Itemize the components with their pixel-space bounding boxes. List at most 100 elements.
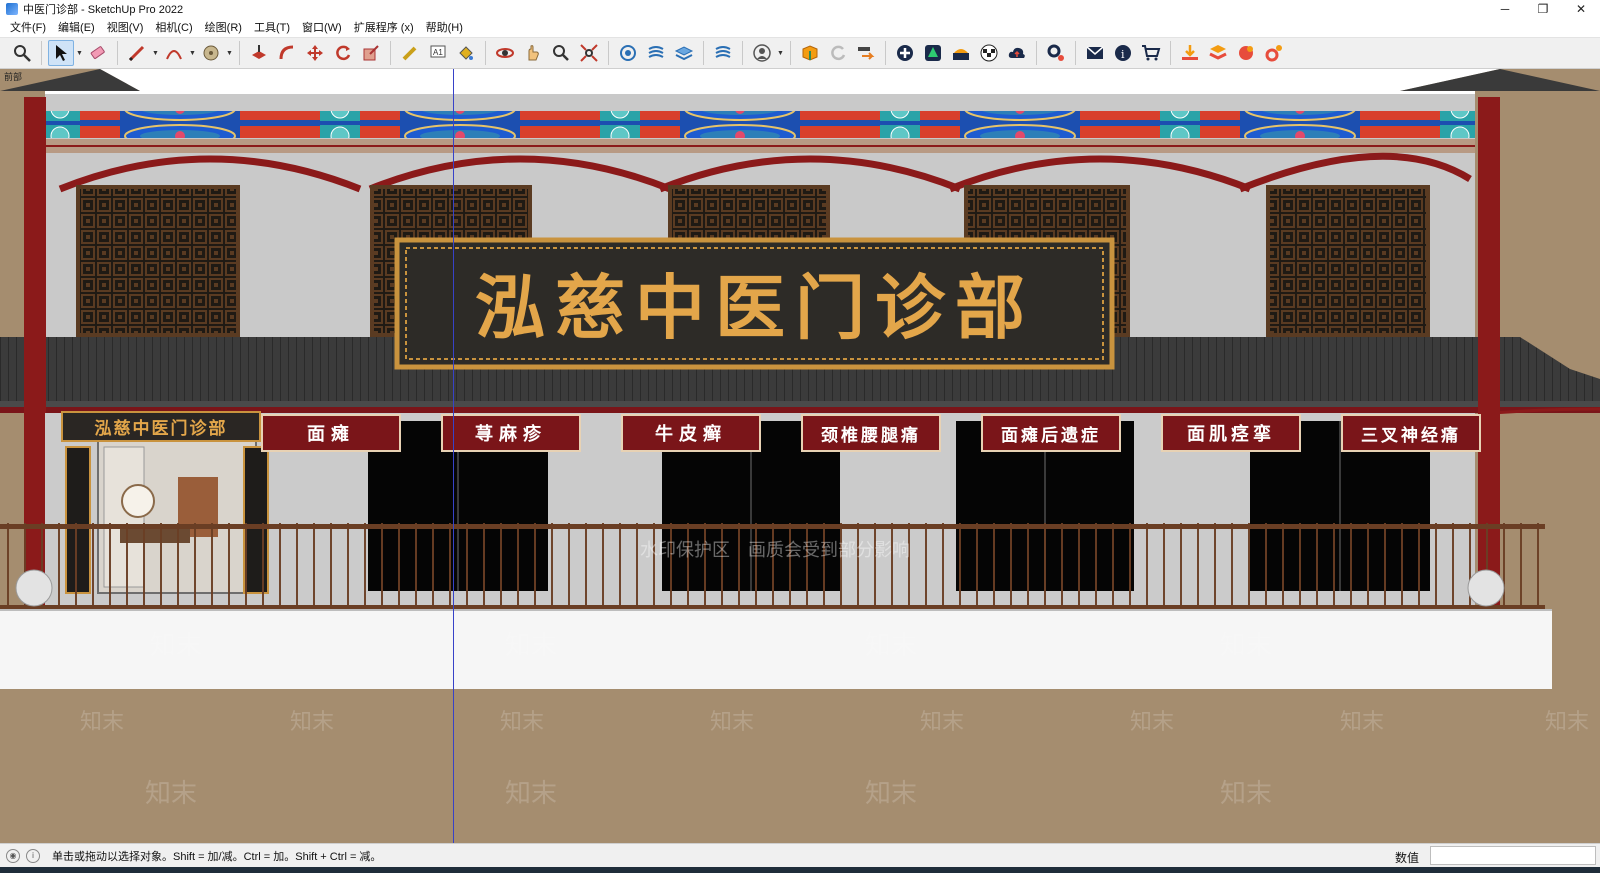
tree-icon[interactable] <box>920 40 946 66</box>
geo-location-icon[interactable]: ◉ <box>6 848 20 863</box>
toolbar-separator <box>1170 41 1171 65</box>
shapes-icon[interactable] <box>198 40 224 66</box>
select-dropdown-chevron-icon[interactable]: ▼ <box>75 40 84 66</box>
menu-edit[interactable]: 编辑(E) <box>52 19 101 35</box>
scene-tab-label[interactable]: 前部 <box>4 70 22 83</box>
shapes-dropdown-chevron-icon[interactable]: ▼ <box>225 40 234 66</box>
push-pull-icon[interactable] <box>246 40 272 66</box>
menu-extensions[interactable]: 扩展程序 (x) <box>348 19 420 35</box>
toolbar-separator <box>742 41 743 65</box>
extension-warehouse-icon[interactable] <box>797 40 823 66</box>
taskbar-strip <box>0 867 1600 873</box>
minimize-button[interactable]: ─ <box>1486 0 1524 18</box>
toolbar-separator <box>485 41 486 65</box>
component-icon[interactable] <box>615 40 641 66</box>
watermark-small: 知末 <box>710 710 755 735</box>
pan-icon[interactable] <box>520 40 546 66</box>
select-icon[interactable] <box>48 40 74 66</box>
cart-icon[interactable] <box>1138 40 1164 66</box>
watermark-logo: 知末 <box>1220 779 1273 809</box>
arc-icon[interactable] <box>161 40 187 66</box>
styles-icon[interactable] <box>710 40 736 66</box>
user-icon[interactable] <box>749 40 775 66</box>
plugin-a-icon[interactable] <box>1177 40 1203 66</box>
maximize-button[interactable]: ❐ <box>1524 0 1562 18</box>
plaque-2: 牛皮癣 <box>655 424 727 445</box>
plaque-4: 面瘫后遗症 <box>1001 425 1101 446</box>
pencil-icon[interactable] <box>124 40 150 66</box>
status-hint: 单击或拖动以选择对象。Shift = 加/减。Ctrl = 加。Shift + … <box>52 850 382 863</box>
measurements-input[interactable] <box>1430 846 1596 865</box>
watermark-logo: 知末 <box>145 779 198 809</box>
watermark-small: 知末 <box>1130 710 1175 735</box>
plugin-d-icon[interactable] <box>1261 40 1287 66</box>
orbit-icon[interactable] <box>492 40 518 66</box>
toolbar-separator <box>1036 41 1037 65</box>
paint-bucket-icon[interactable] <box>453 40 479 66</box>
plaque-6: 三叉神经痛 <box>1361 425 1461 446</box>
toolbar-separator <box>390 41 391 65</box>
plugin-c-icon[interactable] <box>1233 40 1259 66</box>
plaque-3: 颈椎腰腿痛 <box>821 425 921 446</box>
menu-camera[interactable]: 相机(C) <box>149 19 198 35</box>
watermark-notice: 水印保护区 画质会受到部分影响 <box>640 540 910 560</box>
arc-dropdown-chevron-icon[interactable]: ▼ <box>188 40 197 66</box>
toolbar-separator <box>41 41 42 65</box>
toolbar-separator <box>239 41 240 65</box>
add-icon[interactable] <box>892 40 918 66</box>
menu-tools[interactable]: 工具(T) <box>248 19 296 35</box>
window-controls: ─ ❐ ✕ <box>1486 0 1600 18</box>
gears-icon[interactable] <box>1043 40 1069 66</box>
user-dropdown-chevron-icon[interactable]: ▼ <box>776 40 785 66</box>
watermark-small: 知末 <box>290 710 335 735</box>
model-viewport[interactable]: 前部 泓慈中医门诊部 泓慈中医门诊部 面瘫 荨麻疹 牛皮癣 颈椎腰腿痛 面瘫后遗… <box>0 69 1600 843</box>
toolbar-separator <box>885 41 886 65</box>
toolbar-separator <box>790 41 791 65</box>
tape-measure-icon[interactable] <box>397 40 423 66</box>
info-icon[interactable]: i <box>1110 40 1136 66</box>
zoom-icon[interactable] <box>9 40 35 66</box>
layers-icon[interactable] <box>671 40 697 66</box>
plugin-b-icon[interactable] <box>1205 40 1231 66</box>
menu-view[interactable]: 视图(V) <box>101 19 150 35</box>
scale-icon[interactable] <box>358 40 384 66</box>
toolbar-separator <box>608 41 609 65</box>
plaque-5: 面肌痉挛 <box>1187 424 1275 445</box>
menu-help[interactable]: 帮助(H) <box>420 19 469 35</box>
measurements-label: 数值 <box>1395 851 1420 865</box>
watermark-small: 知末 <box>920 710 965 735</box>
export-icon[interactable] <box>853 40 879 66</box>
main-toolbar: ▼ ▼ ▼ ▼ A1 ▼ i <box>0 37 1600 69</box>
section-plane-icon[interactable] <box>643 40 669 66</box>
small-clinic-sign: 泓慈中医门诊部 <box>94 419 228 439</box>
rotate-icon[interactable] <box>330 40 356 66</box>
watermark-small: 知末 <box>80 710 125 735</box>
toolbar-separator <box>703 41 704 65</box>
cloud-upload-icon[interactable] <box>1004 40 1030 66</box>
svg-text:i: i <box>1121 48 1125 61</box>
toolbar-separator <box>1075 41 1076 65</box>
window-title: 中医门诊部 - SketchUp Pro 2022 <box>23 4 184 16</box>
layout-icon[interactable] <box>948 40 974 66</box>
watermark-small: 知末 <box>1340 710 1385 735</box>
menu-bar: 文件(F) 编辑(E) 视图(V) 相机(C) 绘图(R) 工具(T) 窗口(W… <box>0 18 1600 36</box>
menu-draw[interactable]: 绘图(R) <box>199 19 248 35</box>
sketchup-window: 中医门诊部 - SketchUp Pro 2022 ─ ❐ ✕ 文件(F) 编辑… <box>0 0 1600 873</box>
plaque-0: 面瘫 <box>307 424 355 445</box>
close-button[interactable]: ✕ <box>1562 0 1600 18</box>
svg-text:A1: A1 <box>433 48 443 57</box>
watermark-logo: 知末 <box>505 779 558 809</box>
mail-icon[interactable] <box>1082 40 1108 66</box>
pencil-dropdown-chevron-icon[interactable]: ▼ <box>151 40 160 66</box>
instructor-info-icon[interactable]: i <box>26 848 40 863</box>
move-icon[interactable] <box>302 40 328 66</box>
text-icon[interactable]: A1 <box>425 40 451 66</box>
zoom-window-icon[interactable] <box>548 40 574 66</box>
checker-icon[interactable] <box>976 40 1002 66</box>
reload-icon[interactable] <box>825 40 851 66</box>
menu-window[interactable]: 窗口(W) <box>296 19 348 35</box>
menu-file[interactable]: 文件(F) <box>4 19 52 35</box>
eraser-icon[interactable] <box>85 40 111 66</box>
follow-me-icon[interactable] <box>274 40 300 66</box>
zoom-extents-icon[interactable] <box>576 40 602 66</box>
